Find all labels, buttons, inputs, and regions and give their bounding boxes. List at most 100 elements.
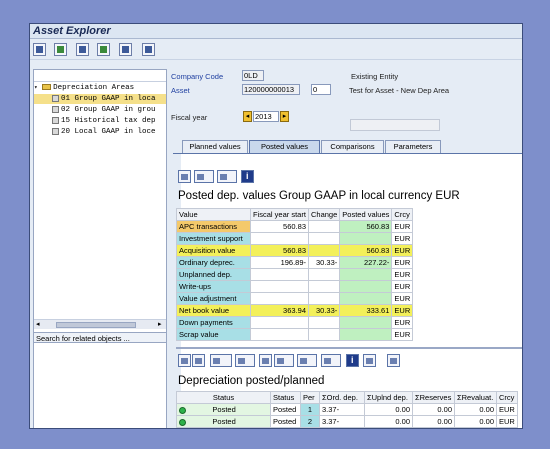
company-code-text: Existing Entity — [351, 72, 399, 81]
tab-parameters[interactable]: Parameters — [385, 140, 441, 153]
tree-item-area-20[interactable]: 20 Local GAAP in loce — [34, 127, 166, 137]
table-row[interactable]: Unplanned dep. EUR — [176, 268, 414, 281]
layout-icon[interactable] — [297, 354, 317, 367]
table-row[interactable]: Posted Posted 2 3.37- 0.00 0.00 0.00 EUR — [176, 415, 518, 428]
area-icon — [52, 116, 59, 124]
table-row[interactable]: Investment support EUR — [176, 232, 414, 245]
table-header-row: Status Status Per ΣOrd. dep. ΣUplnd dep.… — [176, 391, 518, 404]
row-name: Acquisition value — [176, 244, 251, 257]
table-row[interactable]: Posted Posted 1 3.37- 0.00 0.00 0.00 EUR — [176, 403, 518, 416]
list-icon[interactable] — [119, 43, 132, 56]
row-name: Investment support — [176, 232, 251, 245]
cell-uplnd-dep: 0.00 — [364, 403, 413, 416]
table-row[interactable]: Scrap value EUR — [176, 328, 414, 341]
cell-change — [307, 268, 341, 281]
column-header: ΣOrd. dep. — [319, 391, 365, 404]
cell-crcy: EUR — [496, 403, 518, 416]
cell-start — [250, 232, 309, 245]
export-icon[interactable] — [194, 170, 214, 183]
table-row[interactable]: Acquisition value 560.83 560.83 EUR — [176, 244, 414, 257]
cell-uplnd-dep: 0.00 — [364, 415, 413, 428]
table-row[interactable]: Net book value 363.94 30.33- 333.61 EUR — [176, 304, 414, 317]
cell-posted: 227.22- — [339, 256, 393, 269]
column-header: Status — [270, 391, 301, 404]
previous-year-button[interactable]: ◂ — [243, 111, 252, 122]
tree-item-area-01[interactable]: 01 Group GAAP in loca — [34, 94, 166, 104]
detail-icon[interactable] — [178, 354, 191, 367]
scroll-right-icon[interactable]: ▸ — [158, 320, 162, 328]
filter-icon[interactable] — [192, 354, 205, 367]
cell-posted — [339, 292, 393, 305]
tab-posted-values[interactable]: Posted values — [249, 140, 320, 153]
blank-display-field — [350, 119, 440, 131]
overview-icon[interactable] — [142, 43, 155, 56]
status-green-icon — [179, 406, 186, 414]
tab-comparisons[interactable]: Comparisons — [321, 140, 384, 153]
scroll-left-icon[interactable]: ◂ — [36, 320, 40, 328]
company-code-field[interactable]: 0LD — [242, 70, 264, 81]
next-year-button[interactable]: ▸ — [280, 111, 289, 122]
table-row[interactable]: APC transactions 560.83 560.83 EUR — [176, 220, 414, 233]
cell-change — [307, 316, 341, 329]
panel-divider[interactable] — [176, 347, 522, 349]
cell-start — [250, 316, 309, 329]
cell-crcy: EUR — [391, 316, 414, 329]
posted-values-table: Value Fiscal year start Change Posted va… — [176, 208, 414, 341]
print-icon[interactable] — [178, 170, 191, 183]
cell-posted — [339, 268, 393, 281]
cell-crcy: EUR — [391, 232, 414, 245]
column-header: Crcy — [391, 208, 414, 221]
subtotal-icon[interactable] — [235, 354, 255, 367]
asset-number-field[interactable]: 120000000013 — [242, 84, 300, 95]
graphic-icon[interactable] — [321, 354, 341, 367]
cell-start — [250, 280, 309, 293]
cell-change — [307, 280, 341, 293]
cell-change — [307, 220, 341, 233]
depreciation-table: Status Status Per ΣOrd. dep. ΣUplnd dep.… — [176, 391, 518, 428]
asset-subnumber-field[interactable]: 0 — [311, 84, 331, 95]
column-header: Status — [176, 391, 271, 404]
cell-crcy: EUR — [391, 280, 414, 293]
related-objects-search[interactable]: Search for related objects ... — [34, 332, 166, 343]
column-header: ΣReserves — [412, 391, 455, 404]
cell-posted: 333.61 — [339, 304, 393, 317]
tree-item-area-02[interactable]: 02 Group GAAP in grou — [34, 105, 166, 115]
tree-horizontal-scrollbar[interactable]: ◂ ▸ — [34, 319, 166, 329]
table-row[interactable]: Ordinary deprec. 196.89- 30.33- 227.22- … — [176, 256, 414, 269]
cell-posted: 560.83 — [339, 244, 393, 257]
sum-icon[interactable] — [210, 354, 232, 367]
export-icon[interactable] — [274, 354, 294, 367]
cell-start: 560.83 — [250, 220, 309, 233]
asset-description: Test for Asset - New Dep Area — [349, 86, 450, 95]
tree-search-field[interactable] — [34, 70, 166, 82]
cell-crcy: EUR — [391, 304, 414, 317]
print-icon[interactable] — [259, 354, 272, 367]
tab-planned-values[interactable]: Planned values — [182, 140, 248, 153]
column-header: Fiscal year start — [250, 208, 309, 221]
notes-icon[interactable] — [363, 354, 376, 367]
edit-icon[interactable] — [54, 43, 67, 56]
cell-change — [307, 292, 341, 305]
cell-crcy: EUR — [391, 268, 414, 281]
column-header: ΣUplnd dep. — [364, 391, 413, 404]
table-row[interactable]: Value adjustment EUR — [176, 292, 414, 305]
table-row[interactable]: Write-ups EUR — [176, 280, 414, 293]
table-row[interactable]: Down payments EUR — [176, 316, 414, 329]
cell-start — [250, 268, 309, 281]
scrollbar-thumb[interactable] — [56, 322, 136, 328]
fiscal-year-field[interactable]: 2013 — [253, 111, 279, 122]
row-name: Net book value — [176, 304, 251, 317]
area-icon — [52, 94, 59, 102]
cell-revaluat: 0.00 — [454, 403, 497, 416]
cell-posted — [339, 316, 393, 329]
info-icon[interactable] — [346, 354, 359, 367]
column-header: ΣRevaluat. — [454, 391, 497, 404]
sheet-icon[interactable] — [387, 354, 400, 367]
tree-node-depreciation-areas[interactable]: ▾ Depreciation Areas — [34, 83, 166, 93]
tree-item-area-15[interactable]: 15 Historical tax dep — [34, 116, 166, 126]
info-icon[interactable] — [241, 170, 254, 183]
hierarchy-icon[interactable] — [97, 43, 110, 56]
layout-icon[interactable] — [217, 170, 237, 183]
display-icon[interactable] — [33, 43, 46, 56]
asset-icon[interactable] — [76, 43, 89, 56]
